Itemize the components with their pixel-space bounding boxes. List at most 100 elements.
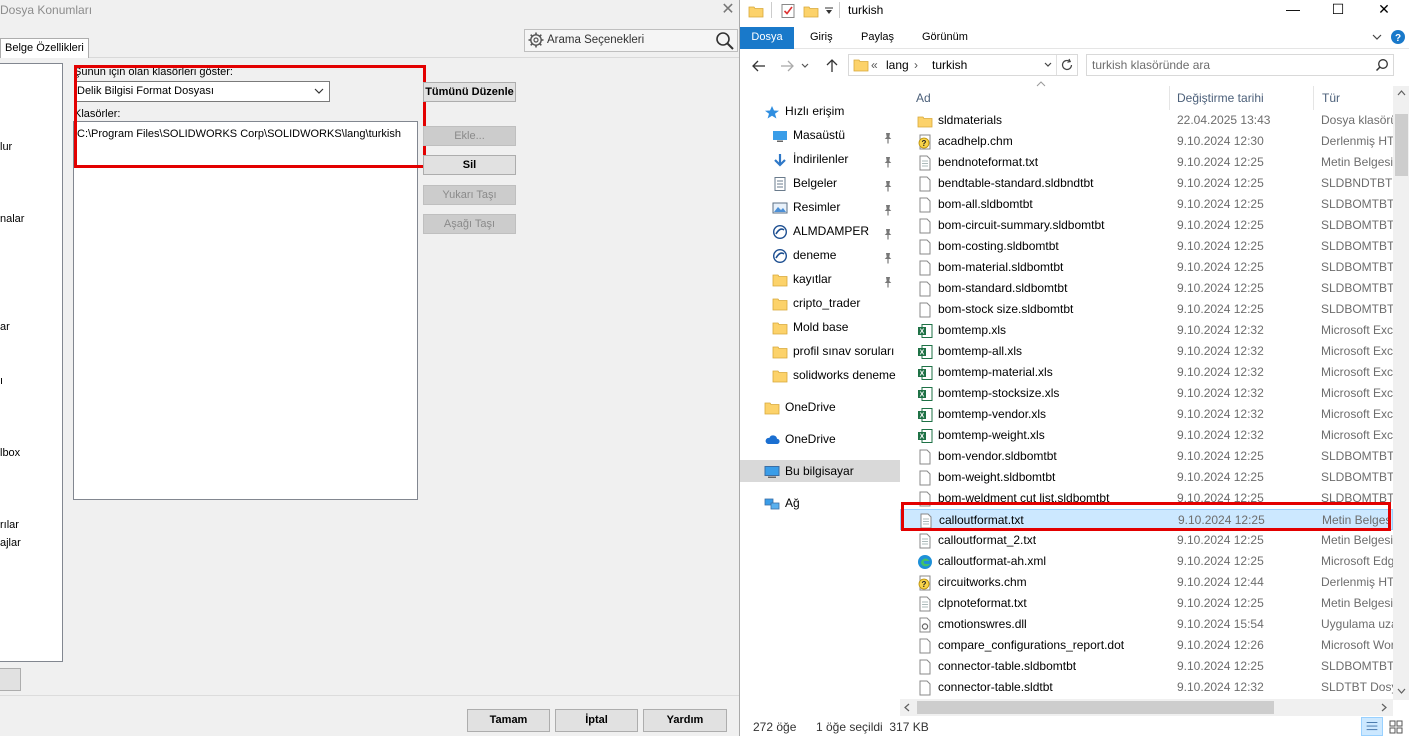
file-row[interactable]: bom-costing.sldbomtbt 9.10.2024 12:25 SLDB… — [900, 236, 1393, 257]
details-view-icon[interactable] — [1361, 717, 1383, 736]
scroll-left-icon[interactable] — [904, 703, 910, 712]
category-item[interactable]: nalar — [0, 213, 24, 225]
up-arrow-icon[interactable] — [824, 58, 840, 74]
file-row[interactable]: Xbomtemp.xls 9.10.2024 12:32 Microsoft Exc… — [900, 320, 1393, 341]
nav-item[interactable]: Masaüstü — [740, 124, 900, 146]
nav-item[interactable]: Hızlı erişim — [740, 100, 900, 122]
customize-toolbar-icon[interactable] — [824, 6, 834, 16]
file-row[interactable]: bendnoteformat.txt 9.10.2024 12:25 Metin B… — [900, 152, 1393, 173]
scrollbar-thumb[interactable] — [1395, 114, 1408, 176]
nav-item[interactable]: profil sınav soruları — [740, 340, 900, 362]
tab-share[interactable]: Paylaş — [861, 27, 894, 49]
reset-button[interactable] — [0, 668, 21, 691]
file-row[interactable]: Xbomtemp-weight.xls 9.10.2024 12:32 Micros… — [900, 425, 1393, 446]
cancel-button[interactable]: İptal — [555, 709, 638, 732]
nav-item[interactable]: OneDrive — [740, 428, 900, 450]
pin-icon[interactable] — [882, 201, 894, 216]
address-bar[interactable]: « lang › turkish — [848, 54, 1078, 76]
scroll-right-icon[interactable] — [1381, 703, 1387, 712]
file-row[interactable]: ? circuitworks.chm 9.10.2024 12:44 Derlenmi… — [900, 572, 1393, 593]
vertical-scrollbar[interactable] — [1393, 86, 1409, 700]
file-row[interactable]: compare_configurations_report.dot 9.10.20… — [900, 635, 1393, 656]
close-icon[interactable]: ✕ — [720, 0, 736, 18]
forward-arrow-icon[interactable] — [779, 58, 795, 74]
column-header-type[interactable]: Tür — [1322, 88, 1340, 108]
column-divider[interactable] — [1169, 86, 1170, 110]
file-row[interactable]: bom-circuit-summary.sldbomtbt 9.10.2024 1… — [900, 215, 1393, 236]
ok-button[interactable]: Tamam — [467, 709, 550, 732]
category-item[interactable]: ar — [0, 321, 10, 333]
column-divider[interactable] — [1313, 86, 1314, 110]
file-row[interactable]: calloutformat-ah.xml 9.10.2024 12:25 Micro… — [900, 551, 1393, 572]
category-list[interactable]: lur nalar ar ı lbox rılar ajlar — [0, 63, 63, 662]
horizontal-scrollbar[interactable] — [900, 699, 1393, 716]
nav-item[interactable]: Resimler — [740, 196, 900, 218]
nav-item[interactable]: Mold base — [740, 316, 900, 338]
chevron-down-icon[interactable] — [1043, 60, 1053, 70]
close-button[interactable]: ✕ — [1361, 0, 1407, 20]
file-row[interactable]: Xbomtemp-vendor.xls 9.10.2024 12:32 Micros… — [900, 404, 1393, 425]
category-item[interactable]: lur — [0, 141, 12, 153]
nav-item[interactable]: Bu bilgisayar — [740, 460, 900, 482]
back-arrow-icon[interactable] — [751, 58, 767, 74]
properties-icon[interactable] — [780, 3, 796, 19]
category-item[interactable]: ajlar — [0, 537, 21, 549]
pin-icon[interactable] — [882, 153, 894, 168]
file-row[interactable]: bom-all.sldbomtbt 9.10.2024 12:25 SLDBOMTB… — [900, 194, 1393, 215]
pin-icon[interactable] — [882, 273, 894, 288]
nav-item[interactable]: cripto_trader — [740, 292, 900, 314]
file-row[interactable]: cmotionswres.dll 9.10.2024 15:54 Uygulama … — [900, 614, 1393, 635]
column-header-name[interactable]: Ad — [916, 88, 931, 108]
nav-item[interactable]: İndirilenler — [740, 148, 900, 170]
search-icon[interactable] — [1375, 58, 1389, 72]
recent-locations-icon[interactable] — [800, 58, 810, 74]
category-item[interactable]: ı — [0, 375, 3, 387]
scroll-down-icon[interactable] — [1397, 688, 1406, 694]
breadcrumb-turkish[interactable]: turkish — [932, 55, 967, 75]
file-row[interactable]: bom-standard.sldbomtbt 9.10.2024 12:25 SLD… — [900, 278, 1393, 299]
scroll-up-icon[interactable] — [1397, 90, 1406, 96]
help-icon[interactable]: ? — [1390, 29, 1406, 45]
expand-ribbon-icon[interactable] — [1371, 31, 1383, 43]
file-row[interactable]: Xbomtemp-stocksize.xls 9.10.2024 12:32 Mic… — [900, 383, 1393, 404]
nav-item[interactable]: ALMDAMPER — [740, 220, 900, 242]
tab-document-properties[interactable]: Belge Özellikleri — [0, 38, 89, 58]
edit-all-button[interactable]: Tümünü Düzenle — [423, 82, 516, 102]
file-row[interactable]: calloutformat.txt 9.10.2024 12:25 Metin Be… — [900, 509, 1393, 530]
file-row[interactable]: bom-vendor.sldbomtbt 9.10.2024 12:25 SLDBO… — [900, 446, 1393, 467]
tab-view[interactable]: Görünüm — [922, 27, 968, 49]
file-row[interactable]: calloutformat_2.txt 9.10.2024 12:25 Metin … — [900, 530, 1393, 551]
address-overflow[interactable]: « — [871, 55, 878, 75]
tab-home[interactable]: Giriş — [810, 27, 833, 49]
maximize-button[interactable]: ☐ — [1315, 0, 1361, 20]
pin-icon[interactable] — [882, 177, 894, 192]
search-icon[interactable] — [715, 31, 735, 51]
file-row[interactable]: bendtable-standard.sldbndtbt 9.10.2024 12… — [900, 173, 1393, 194]
folder-type-select[interactable]: Delik Bilgisi Format Dosyası — [74, 81, 330, 102]
search-input[interactable]: turkish klasöründe ara — [1086, 54, 1394, 76]
search-options-field[interactable]: Arama Seçenekleri — [524, 29, 738, 52]
file-row[interactable]: Xbomtemp-all.xls 9.10.2024 12:32 Microsoft… — [900, 341, 1393, 362]
minimize-button[interactable]: — — [1270, 0, 1316, 20]
pin-icon[interactable] — [882, 249, 894, 264]
pin-icon[interactable] — [882, 225, 894, 240]
nav-item[interactable]: solidworks deneme — [740, 364, 900, 386]
nav-item[interactable]: Ağ — [740, 492, 900, 514]
move-up-button[interactable]: Yukarı Taşı — [423, 185, 516, 205]
file-row[interactable]: bom-weldment cut list.sldbomtbt 9.10.2024… — [900, 488, 1393, 509]
nav-item[interactable]: deneme — [740, 244, 900, 266]
large-icons-view-icon[interactable] — [1385, 717, 1407, 736]
category-item[interactable]: lbox — [0, 447, 20, 459]
scrollbar-thumb[interactable] — [917, 701, 1274, 714]
delete-button[interactable]: Sil — [423, 155, 516, 175]
tab-file[interactable]: Dosya — [740, 27, 794, 49]
category-item[interactable]: rılar — [0, 519, 19, 531]
file-row[interactable]: bom-weight.sldbomtbt 9.10.2024 12:25 SLDBO… — [900, 467, 1393, 488]
breadcrumb-lang[interactable]: lang — [886, 55, 909, 75]
file-row[interactable]: clpnoteformat.txt 9.10.2024 12:25 Metin Be… — [900, 593, 1393, 614]
nav-item[interactable]: kayıtlar — [740, 268, 900, 290]
file-row[interactable]: ? acadhelp.chm 9.10.2024 12:30 Derlenmiş HT… — [900, 131, 1393, 152]
add-button[interactable]: Ekle... — [423, 126, 516, 146]
new-folder-icon[interactable] — [803, 3, 819, 19]
file-row[interactable]: bom-material.sldbomtbt 9.10.2024 12:25 SLD… — [900, 257, 1393, 278]
